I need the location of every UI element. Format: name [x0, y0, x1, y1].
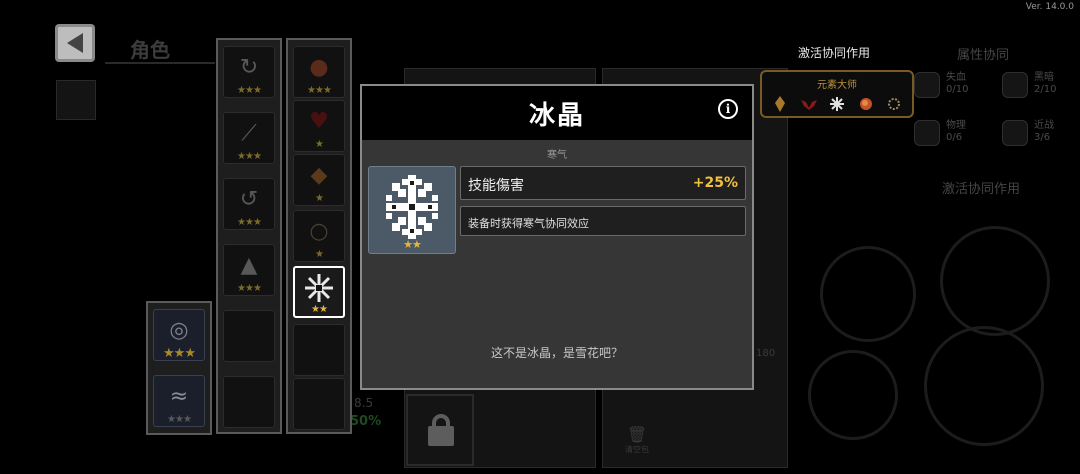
snowflake-icon — [829, 96, 845, 112]
equipment-column-0: ◎ ★★★ ≈ ★★★ — [146, 301, 212, 435]
equip-slot-selected[interactable]: ★★ — [293, 266, 345, 318]
skill-button-bg-2[interactable] — [940, 226, 1050, 336]
bg-value: 8.5 — [354, 396, 374, 410]
equipment-column-2: ● ★★★ ♥ ★ ◆ ★ ○ ★ ★★ — [286, 38, 352, 434]
modal-header: 冰晶 i — [362, 86, 752, 140]
item-rarity-stars: ★★ — [403, 238, 422, 251]
dark-icon — [1002, 72, 1028, 98]
active-synergy-heading: 激活协同作用 — [798, 46, 871, 60]
wind-icon: ≈ — [169, 384, 189, 409]
bead-necklace-icon — [886, 96, 902, 112]
tab-underline — [105, 62, 215, 64]
stat-row-skill-damage: 技能傷害 +25% — [460, 166, 746, 200]
equip-slot[interactable]: ● ★★★ — [293, 46, 345, 98]
clear-bag-label: 清空包 — [625, 445, 649, 454]
equip-slot[interactable]: ▲ ★★★ — [223, 244, 275, 296]
trash-icon: 🗑 — [626, 425, 648, 444]
side-tab-bg — [56, 80, 96, 120]
bg-percent: 50% — [350, 414, 382, 429]
synergy-name: 元素大师 — [817, 80, 857, 91]
item-title: 冰晶 — [528, 100, 585, 131]
equip-slot[interactable]: ◆ ★ — [293, 154, 345, 206]
stat-value: +25% — [692, 175, 738, 191]
demon-wings-icon — [800, 96, 817, 112]
equip-slot[interactable]: ≈ ★★★ — [153, 375, 205, 427]
effect-row: 装备时获得寒气协同效应 — [460, 206, 746, 236]
blade-swirl-icon: ↻ — [239, 55, 259, 80]
back-arrow-icon — [67, 33, 83, 53]
locked-slot — [406, 394, 474, 466]
spin-slash-icon: ↺ — [239, 187, 259, 212]
flavor-text: 这不是冰晶，是雪花吧？ — [490, 346, 623, 360]
demon-wings-icon: ♥ — [309, 109, 329, 134]
equip-slot[interactable]: ↺ ★★★ — [223, 178, 275, 230]
snowflake-icon — [386, 175, 438, 239]
equip-slot-empty[interactable] — [293, 378, 345, 430]
double-slash-icon: ⟋ — [241, 121, 257, 146]
item-detail-modal: 冰晶 i 寒气 ★★ 技能傷害 +25% 装备时获得寒气协同效应 这不是冰晶，是… — [360, 84, 754, 390]
item-category: 寒气 — [547, 150, 567, 161]
attribute-melee[interactable]: 近战 3/6 — [1002, 120, 1054, 146]
attribute-physical[interactable]: 物理 0/6 — [914, 120, 966, 146]
attribute-synergy-title: 属性协同 — [957, 48, 1010, 63]
door-button-bg[interactable] — [924, 326, 1044, 446]
attribute-dark[interactable]: 黑暗 2/10 — [1002, 72, 1056, 98]
active-synergy-subtitle: 激活协同作用 — [942, 182, 1021, 197]
fire-orb-icon — [858, 96, 874, 112]
blood-drop-icon — [914, 72, 940, 98]
fist-icon — [1002, 120, 1028, 146]
effect-description: 装备时获得寒气协同效应 — [468, 217, 589, 230]
equip-slot-empty[interactable] — [293, 324, 345, 376]
fire-crystal-icon — [772, 96, 788, 112]
equip-slot[interactable]: ↻ ★★★ — [223, 46, 275, 98]
snowflake-icon — [305, 274, 333, 302]
skill-button-bg[interactable] — [820, 246, 916, 342]
equip-slot-empty[interactable] — [223, 376, 275, 428]
role-tab[interactable]: 角色 — [130, 34, 170, 63]
version-label: Ver. 14.0.0 — [1025, 2, 1074, 12]
vortex-icon: ◎ — [169, 318, 189, 343]
bg-count: 180 — [756, 348, 776, 359]
clear-bag-button[interactable]: 🗑 清空包 — [625, 425, 649, 455]
equipment-column-1: ↻ ★★★ ⟋ ★★★ ↺ ★★★ ▲ ★★★ — [216, 38, 282, 434]
equip-slot[interactable]: ◎ ★★★ — [153, 309, 205, 361]
item-icon-box: ★★ — [368, 166, 456, 254]
stat-label: 技能傷害 — [468, 178, 524, 194]
element-master-synergy[interactable]: 元素大师 — [760, 70, 914, 118]
equip-slot-empty[interactable] — [223, 310, 275, 362]
bead-necklace-icon: ○ — [309, 219, 329, 244]
equip-slot[interactable]: ♥ ★ — [293, 100, 345, 152]
equip-slot[interactable]: ⟋ ★★★ — [223, 112, 275, 164]
sword-icon — [914, 120, 940, 146]
spike-icon: ▲ — [240, 253, 258, 278]
info-icon[interactable]: i — [718, 99, 738, 119]
fire-orb-icon: ● — [309, 55, 329, 80]
skill-button-bg-3[interactable] — [808, 350, 898, 440]
back-button[interactable] — [55, 24, 95, 62]
fire-crystal-icon: ◆ — [310, 163, 328, 188]
attribute-bleed[interactable]: 失血 0/10 — [914, 72, 968, 98]
equip-slot[interactable]: ○ ★ — [293, 210, 345, 262]
